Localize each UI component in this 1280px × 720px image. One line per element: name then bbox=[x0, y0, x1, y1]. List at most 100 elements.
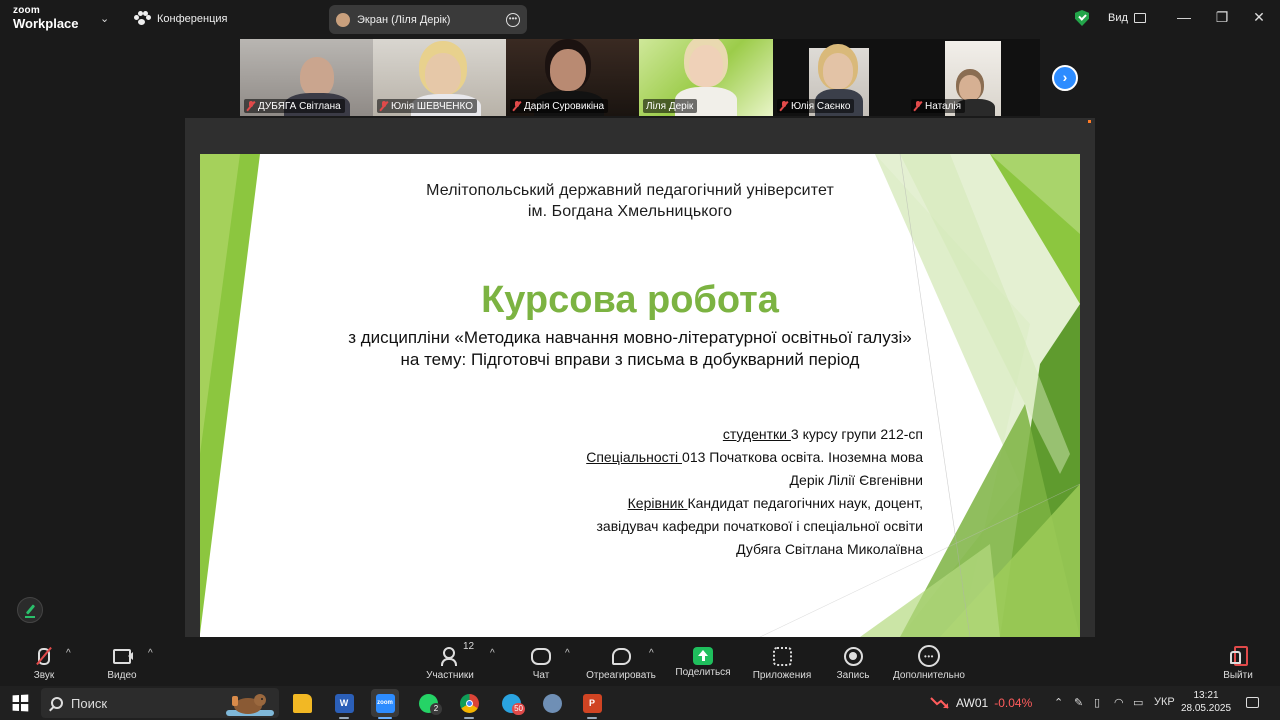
folder-icon bbox=[292, 693, 312, 713]
windows-start-icon[interactable] bbox=[12, 694, 29, 712]
conference-label: Конференция bbox=[157, 12, 228, 25]
student-line: студентки 3 курсу групи 212-сп bbox=[723, 426, 923, 442]
supervisor-position: завідувач кафедри початкової і спеціальн… bbox=[596, 518, 923, 534]
next-participants-arrow-icon[interactable]: › bbox=[1052, 65, 1078, 91]
video-button[interactable]: Видео bbox=[105, 638, 139, 686]
taskbar-powerpoint[interactable]: P bbox=[578, 689, 606, 719]
gallery-view-icon bbox=[1133, 13, 1146, 23]
reactions-label: Отреагировать bbox=[586, 670, 656, 681]
search-icon bbox=[51, 697, 63, 709]
chat-bubble-icon bbox=[529, 644, 553, 668]
participant-tile[interactable]: Наталія bbox=[907, 39, 1040, 116]
participant-tile-active-speaker[interactable]: Ліля Дерік bbox=[639, 39, 773, 116]
screen-share-indicator[interactable]: Экран (Ліля Дерік) ••• bbox=[329, 5, 527, 34]
wifi-icon[interactable]: ◠ bbox=[1114, 696, 1124, 709]
student-value: 3 курсу групи 212-сп bbox=[790, 426, 923, 442]
apps-button[interactable]: Приложения bbox=[750, 638, 814, 686]
chevron-down-icon[interactable]: ⌄ bbox=[100, 12, 109, 25]
battery-icon[interactable]: ▭ bbox=[1133, 696, 1143, 709]
taskbar-word[interactable]: W bbox=[330, 689, 358, 719]
slide-decoration bbox=[200, 154, 1080, 637]
feather-icon bbox=[542, 693, 562, 713]
participants-options-caret-icon[interactable]: ^ bbox=[490, 648, 495, 659]
minimize-button[interactable]: — bbox=[1174, 9, 1194, 25]
annotate-pencil-icon[interactable] bbox=[17, 597, 43, 623]
more-button[interactable]: Дополнительно bbox=[891, 638, 967, 686]
taskbar-clock[interactable]: 13:21 28.05.2025 bbox=[1176, 689, 1236, 715]
whatsapp-badge: 2 bbox=[430, 703, 442, 715]
close-button[interactable]: ✕ bbox=[1249, 9, 1269, 26]
participant-tile[interactable]: Дарія Суровикіна bbox=[506, 39, 639, 116]
record-label: Запись bbox=[836, 670, 870, 681]
security-shield-icon[interactable] bbox=[1075, 10, 1089, 26]
tray-overflow-chevron-icon[interactable]: ⌃ bbox=[1054, 696, 1063, 709]
more-options-icon[interactable]: ••• bbox=[506, 12, 520, 27]
participant-tile[interactable]: Юлія ШЕВЧЕНКО bbox=[373, 39, 506, 116]
reactions-options-caret-icon[interactable]: ^ bbox=[649, 648, 654, 659]
reactions-button[interactable]: Отреагировать bbox=[585, 638, 657, 686]
reaction-heart-icon bbox=[609, 644, 633, 668]
participant-tile[interactable]: Юлія Саєнко bbox=[773, 39, 907, 116]
device-icon[interactable]: ▯ bbox=[1094, 696, 1100, 709]
conference-button[interactable]: Конференция bbox=[134, 11, 227, 26]
chat-label: Чат bbox=[532, 670, 550, 681]
taskbar-file-explorer[interactable] bbox=[288, 689, 316, 717]
language-indicator[interactable]: УКР bbox=[1154, 696, 1175, 708]
taskbar-zoom[interactable]: zoom bbox=[371, 689, 399, 719]
otter-illustration-icon bbox=[226, 694, 274, 716]
record-icon bbox=[841, 644, 865, 668]
student-label: студентки bbox=[722, 426, 791, 442]
record-button[interactable]: Запись bbox=[834, 638, 872, 686]
taskbar-telegram[interactable]: 50 bbox=[497, 689, 525, 717]
taskbar-feather-app[interactable] bbox=[538, 689, 566, 717]
mic-muted-icon bbox=[380, 101, 388, 111]
maximize-button[interactable]: ❐ bbox=[1212, 9, 1232, 26]
running-indicator bbox=[587, 717, 597, 719]
participant-tile[interactable]: ДУБЯГА Світлана bbox=[240, 39, 373, 116]
video-label: Видео bbox=[107, 670, 137, 681]
mic-muted-icon bbox=[247, 101, 255, 111]
participants-label: Участники bbox=[426, 670, 474, 681]
specialty-line: Спеціальності 013 Початкова освіта. Іноз… bbox=[586, 449, 923, 465]
audio-options-caret-icon[interactable]: ^ bbox=[66, 648, 71, 659]
windows-taskbar: Поиск W zoom 2 50 P AW01 -0.04% ⌃ ✎ ▯ ◠ … bbox=[0, 686, 1280, 720]
mic-muted-icon bbox=[914, 101, 922, 111]
participant-name: Юлія ШЕВЧЕНКО bbox=[377, 99, 478, 113]
specialty-value: 013 Початкова освіта. Іноземна мова bbox=[682, 449, 923, 465]
audio-button[interactable]: Звук bbox=[30, 638, 58, 686]
notification-icon[interactable] bbox=[1246, 697, 1259, 708]
supervisor-value: Кандидат педагогічних наук, доцент, bbox=[687, 495, 923, 511]
participants-icon bbox=[438, 644, 462, 668]
taskbar-chrome[interactable] bbox=[455, 689, 483, 719]
presenter-avatar bbox=[336, 12, 350, 27]
title-bar: zoom Workplace ⌄ Конференция Экран (Ліля… bbox=[0, 0, 1280, 38]
share-screen-button[interactable]: Поделиться bbox=[674, 638, 732, 686]
supervisor-label: Керівник bbox=[627, 495, 688, 511]
view-button[interactable]: Вид bbox=[1108, 12, 1146, 24]
paw-icon bbox=[134, 11, 151, 26]
powerpoint-icon: P bbox=[582, 693, 602, 713]
chrome-icon bbox=[459, 693, 479, 713]
meeting-toolbar: Звук ^ Видео ^ Участники 12 ^ Чат ^ Отре… bbox=[0, 638, 1280, 686]
clock-time: 13:21 bbox=[1193, 690, 1219, 701]
stock-widget[interactable]: AW01 -0.04% bbox=[930, 696, 1032, 710]
specialty-label: Спеціальності bbox=[586, 449, 683, 465]
leave-button[interactable]: Выйти bbox=[1222, 638, 1254, 686]
chat-options-caret-icon[interactable]: ^ bbox=[565, 648, 570, 659]
stock-change: -0.04% bbox=[994, 696, 1033, 710]
supervisor-line: Керівник Кандидат педагогічних наук, доц… bbox=[628, 495, 923, 511]
zoom-app-icon: zoom bbox=[375, 693, 395, 713]
mic-muted-icon bbox=[513, 101, 521, 111]
share-screen-icon bbox=[693, 647, 713, 665]
chat-button[interactable]: Чат bbox=[528, 638, 554, 686]
participant-name: Дарія Суровикіна bbox=[510, 99, 609, 113]
apps-label: Приложения bbox=[752, 670, 812, 681]
pen-icon[interactable]: ✎ bbox=[1074, 696, 1083, 709]
zoom-window: zoom Workplace ⌄ Конференция Экран (Ліля… bbox=[0, 0, 1280, 720]
running-indicator bbox=[378, 717, 392, 719]
share-indicator-dot bbox=[1088, 120, 1091, 123]
taskbar-whatsapp[interactable]: 2 bbox=[414, 689, 442, 717]
running-indicator bbox=[464, 717, 474, 719]
university-name: Мелітопольський державний педагогічний у… bbox=[426, 182, 834, 199]
video-options-caret-icon[interactable]: ^ bbox=[148, 648, 153, 659]
